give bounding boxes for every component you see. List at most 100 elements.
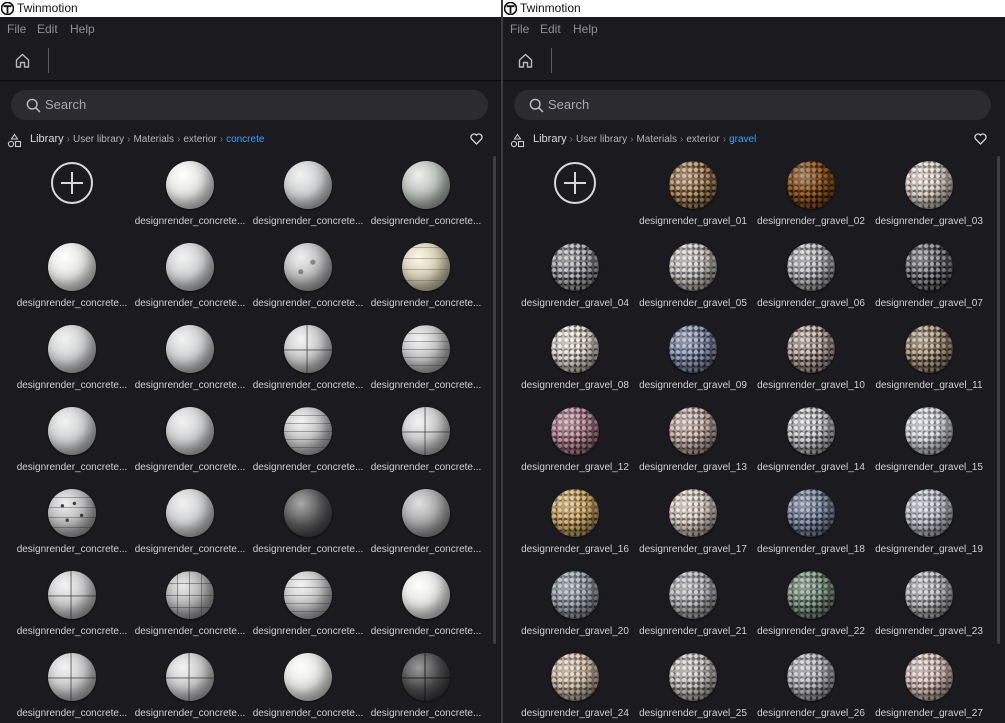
material-item[interactable]: designrender_concrete... bbox=[367, 405, 485, 487]
material-item[interactable]: designrender_concrete... bbox=[249, 159, 367, 241]
search-input[interactable]: Search bbox=[514, 90, 991, 120]
material-thumbnail[interactable] bbox=[905, 489, 953, 537]
material-thumbnail[interactable] bbox=[669, 407, 717, 455]
material-item[interactable]: designrender_gravel_09 bbox=[634, 323, 752, 405]
material-thumbnail[interactable] bbox=[669, 489, 717, 537]
material-item[interactable]: designrender_gravel_17 bbox=[634, 487, 752, 569]
material-thumbnail[interactable] bbox=[787, 161, 835, 209]
material-thumbnail[interactable] bbox=[787, 407, 835, 455]
material-item[interactable]: designrender_concrete... bbox=[367, 651, 485, 723]
add-circle-plus-icon[interactable] bbox=[554, 162, 596, 204]
material-thumbnail[interactable] bbox=[48, 407, 96, 455]
home-icon[interactable] bbox=[517, 52, 534, 69]
material-thumbnail[interactable] bbox=[48, 653, 96, 701]
material-item[interactable]: designrender_gravel_27 bbox=[870, 651, 988, 723]
material-item[interactable]: designrender_gravel_23 bbox=[870, 569, 988, 651]
material-item[interactable]: designrender_gravel_21 bbox=[634, 569, 752, 651]
breadcrumb-user-library[interactable]: User library bbox=[73, 134, 124, 145]
material-thumbnail[interactable] bbox=[402, 571, 450, 619]
material-item[interactable]: designrender_concrete... bbox=[249, 323, 367, 405]
home-icon[interactable] bbox=[14, 52, 31, 69]
material-item[interactable]: designrender_concrete... bbox=[131, 487, 249, 569]
material-item[interactable]: designrender_concrete... bbox=[131, 405, 249, 487]
material-thumbnail[interactable] bbox=[48, 243, 96, 291]
material-item[interactable]: designrender_gravel_24 bbox=[516, 651, 634, 723]
material-thumbnail[interactable] bbox=[669, 161, 717, 209]
material-thumbnail[interactable] bbox=[787, 325, 835, 373]
material-thumbnail[interactable] bbox=[551, 243, 599, 291]
menu-file[interactable]: File bbox=[510, 22, 529, 36]
material-item[interactable]: designrender_gravel_13 bbox=[634, 405, 752, 487]
material-thumbnail[interactable] bbox=[48, 325, 96, 373]
breadcrumb-library[interactable]: Library bbox=[30, 133, 64, 145]
material-thumbnail[interactable] bbox=[905, 243, 953, 291]
material-thumbnail[interactable] bbox=[905, 571, 953, 619]
material-thumbnail[interactable] bbox=[166, 161, 214, 209]
scrollbar[interactable] bbox=[493, 156, 496, 644]
material-item[interactable]: designrender_gravel_19 bbox=[870, 487, 988, 569]
material-item[interactable]: designrender_concrete... bbox=[367, 241, 485, 323]
material-item[interactable]: designrender_concrete... bbox=[131, 323, 249, 405]
material-item[interactable]: designrender_concrete... bbox=[131, 241, 249, 323]
material-item[interactable]: designrender_gravel_04 bbox=[516, 241, 634, 323]
add-material-button[interactable] bbox=[516, 159, 634, 241]
breadcrumb-library[interactable]: Library bbox=[533, 133, 567, 145]
material-thumbnail[interactable] bbox=[787, 243, 835, 291]
search-input[interactable]: Search bbox=[11, 90, 488, 120]
material-thumbnail[interactable] bbox=[905, 407, 953, 455]
library-icon[interactable] bbox=[7, 133, 22, 148]
material-item[interactable]: designrender_gravel_22 bbox=[752, 569, 870, 651]
material-item[interactable]: designrender_gravel_20 bbox=[516, 569, 634, 651]
material-item[interactable]: designrender_gravel_11 bbox=[870, 323, 988, 405]
favorites-heart-icon[interactable] bbox=[974, 133, 987, 145]
material-item[interactable]: designrender_gravel_14 bbox=[752, 405, 870, 487]
material-thumbnail[interactable] bbox=[551, 407, 599, 455]
menu-edit[interactable]: Edit bbox=[540, 22, 561, 36]
material-item[interactable]: designrender_gravel_10 bbox=[752, 323, 870, 405]
material-thumbnail[interactable] bbox=[669, 243, 717, 291]
material-item[interactable]: designrender_concrete... bbox=[249, 405, 367, 487]
material-item[interactable]: designrender_concrete... bbox=[131, 159, 249, 241]
material-thumbnail[interactable] bbox=[284, 325, 332, 373]
material-thumbnail[interactable] bbox=[284, 243, 332, 291]
breadcrumb-exterior[interactable]: exterior bbox=[686, 134, 719, 145]
menu-edit[interactable]: Edit bbox=[37, 22, 58, 36]
material-thumbnail[interactable] bbox=[284, 653, 332, 701]
material-thumbnail[interactable] bbox=[669, 653, 717, 701]
material-item[interactable]: designrender_concrete... bbox=[367, 487, 485, 569]
material-thumbnail[interactable] bbox=[669, 571, 717, 619]
material-thumbnail[interactable] bbox=[284, 489, 332, 537]
breadcrumb-materials[interactable]: Materials bbox=[636, 134, 677, 145]
material-item[interactable]: designrender_concrete... bbox=[367, 159, 485, 241]
material-thumbnail[interactable] bbox=[48, 571, 96, 619]
material-item[interactable]: designrender_concrete... bbox=[13, 569, 131, 651]
material-thumbnail[interactable] bbox=[166, 653, 214, 701]
material-thumbnail[interactable] bbox=[905, 653, 953, 701]
material-item[interactable]: designrender_gravel_25 bbox=[634, 651, 752, 723]
scrollbar[interactable] bbox=[997, 156, 1000, 644]
material-thumbnail[interactable] bbox=[48, 489, 96, 537]
material-item[interactable]: designrender_concrete... bbox=[13, 241, 131, 323]
menu-help[interactable]: Help bbox=[573, 22, 598, 36]
material-item[interactable]: designrender_concrete... bbox=[249, 651, 367, 723]
material-item[interactable]: designrender_concrete... bbox=[131, 651, 249, 723]
material-item[interactable]: designrender_gravel_26 bbox=[752, 651, 870, 723]
breadcrumb-user-library[interactable]: User library bbox=[576, 134, 627, 145]
material-item[interactable]: designrender_gravel_02 bbox=[752, 159, 870, 241]
material-thumbnail[interactable] bbox=[669, 325, 717, 373]
material-thumbnail[interactable] bbox=[284, 571, 332, 619]
material-item[interactable]: designrender_concrete... bbox=[13, 651, 131, 723]
material-thumbnail[interactable] bbox=[284, 161, 332, 209]
breadcrumb-exterior[interactable]: exterior bbox=[183, 134, 216, 145]
material-item[interactable]: designrender_concrete... bbox=[367, 323, 485, 405]
material-thumbnail[interactable] bbox=[402, 243, 450, 291]
material-thumbnail[interactable] bbox=[284, 407, 332, 455]
material-item[interactable]: designrender_concrete... bbox=[131, 569, 249, 651]
menu-file[interactable]: File bbox=[7, 22, 26, 36]
material-item[interactable]: designrender_gravel_15 bbox=[870, 405, 988, 487]
material-thumbnail[interactable] bbox=[402, 489, 450, 537]
breadcrumb-current[interactable]: concrete bbox=[226, 134, 264, 145]
material-item[interactable]: designrender_concrete... bbox=[249, 487, 367, 569]
library-icon[interactable] bbox=[510, 133, 525, 148]
material-item[interactable]: designrender_concrete... bbox=[13, 487, 131, 569]
